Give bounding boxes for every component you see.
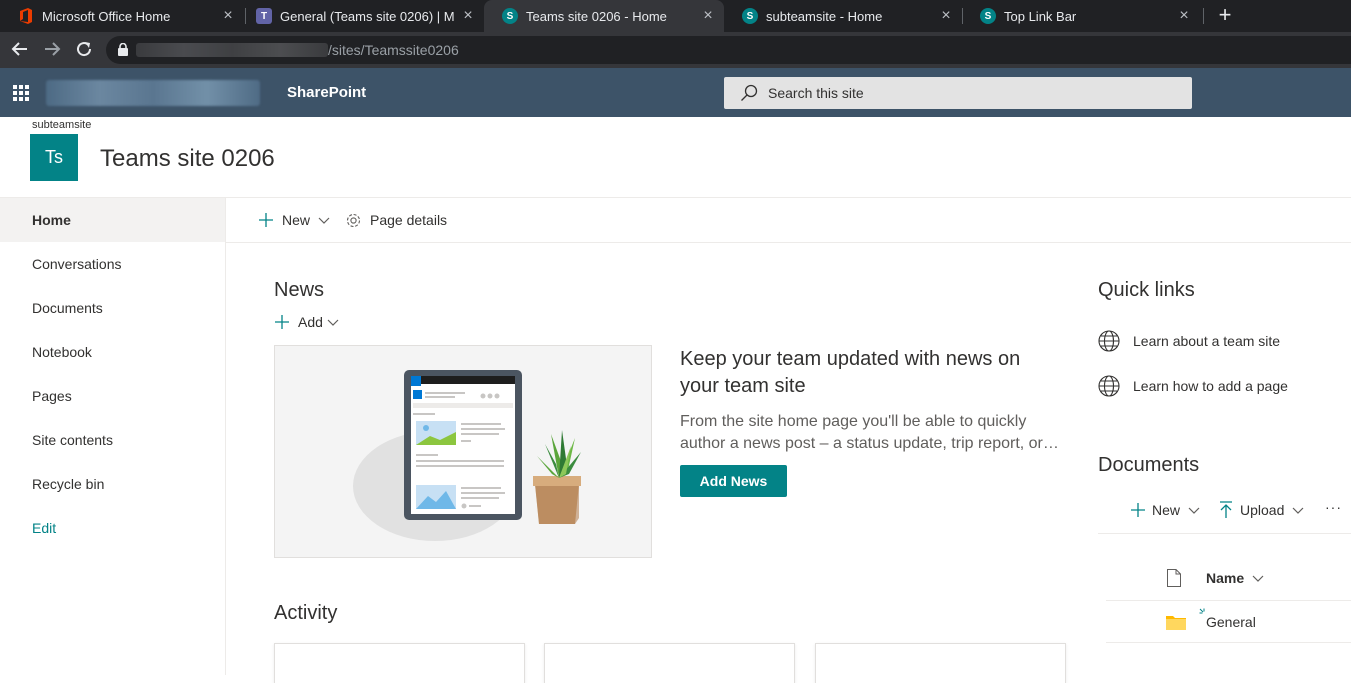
documents-upload-button[interactable]: Upload (1218, 500, 1304, 520)
chevron-down-icon (1252, 575, 1264, 582)
site-logo[interactable]: Ts (30, 134, 78, 181)
sharepoint-icon: S (502, 8, 518, 24)
browser-tab-top-link-bar[interactable]: S Top Link Bar × (962, 0, 1200, 32)
document-name-general[interactable]: General (1206, 614, 1256, 630)
nav-item-conversations[interactable]: Conversations (0, 242, 225, 286)
site-title[interactable]: Teams site 0206 (100, 145, 275, 173)
globe-icon (1098, 375, 1120, 397)
back-arrow-icon[interactable] (10, 40, 30, 60)
activity-card[interactable] (815, 643, 1066, 683)
teams-icon: T (256, 8, 272, 24)
globe-icon (1098, 330, 1120, 352)
new-button[interactable]: New (258, 210, 330, 230)
documents-name-column-header[interactable]: Name (1206, 570, 1264, 586)
news-placeholder-illustration (274, 345, 652, 558)
nav-item-recycle-bin[interactable]: Recycle bin (0, 462, 225, 506)
news-add-button[interactable]: Add (274, 312, 339, 332)
quick-link-learn-team-site[interactable]: Learn about a team site (1098, 329, 1280, 353)
sharepoint-icon: S (980, 8, 996, 24)
tab-title: Top Link Bar (1004, 8, 1077, 24)
plus-icon (275, 315, 289, 329)
url-path: /sites/Teamssite0206 (328, 42, 459, 58)
news-add-label: Add (298, 314, 323, 330)
close-icon[interactable]: × (700, 8, 716, 24)
page-details-button[interactable]: Page details (345, 210, 447, 230)
tab-title: Microsoft Office Home (42, 8, 171, 24)
chevron-down-icon (1292, 507, 1304, 514)
activity-section-title: Activity (274, 602, 338, 624)
close-icon[interactable]: × (1176, 8, 1192, 24)
chevron-down-icon (327, 319, 339, 326)
file-type-icon (1167, 569, 1181, 587)
redacted-url-domain (136, 43, 328, 57)
nav-item-pages[interactable]: Pages (0, 374, 225, 418)
hub-site-link[interactable]: subteamsite (32, 119, 91, 131)
forward-arrow-icon[interactable] (42, 40, 62, 60)
documents-new-label: New (1152, 502, 1181, 518)
tab-title: Teams site 0206 - Home (526, 8, 667, 24)
search-icon (741, 84, 758, 101)
browser-tab-teams-site-home[interactable]: S Teams site 0206 - Home × (484, 0, 724, 32)
page-details-label: Page details (370, 212, 448, 228)
sharepoint-icon: S (742, 8, 758, 24)
site-header: subteamsite Ts Teams site 0206 (0, 117, 1351, 198)
quick-link-learn-add-page[interactable]: Learn how to add a page (1098, 374, 1288, 398)
office-icon (18, 8, 34, 24)
browser-tab-office-home[interactable]: Microsoft Office Home × (0, 0, 244, 32)
tab-separator (1203, 8, 1204, 24)
quick-links-title: Quick links (1098, 279, 1195, 301)
activity-card[interactable] (544, 643, 795, 683)
plus-icon (1131, 503, 1145, 517)
documents-command-divider (1098, 533, 1351, 534)
news-section-title: News (274, 279, 325, 301)
chevron-down-icon (1188, 507, 1200, 514)
news-heading: Keep your team updated with news on your… (680, 348, 1021, 397)
tab-title: General (Teams site 0206) | Micro (280, 8, 454, 24)
documents-new-button[interactable]: New (1130, 500, 1200, 520)
sharepoint-brand-link[interactable]: SharePoint (287, 84, 366, 101)
nav-item-documents[interactable]: Documents (0, 286, 225, 330)
plus-icon (259, 213, 273, 227)
sharepoint-suite-bar: SharePoint (0, 68, 1351, 117)
page-command-bar: New Page details (226, 198, 1351, 243)
site-search-box[interactable] (724, 77, 1192, 109)
folder-icon (1166, 616, 1186, 630)
documents-more-button[interactable]: ··· (1325, 497, 1342, 517)
new-tab-plus-icon[interactable]: + (1214, 4, 1236, 26)
close-icon[interactable]: × (220, 8, 236, 24)
activity-card[interactable] (274, 643, 525, 683)
nav-item-home[interactable]: Home (0, 198, 225, 242)
upload-arrow-icon (1220, 501, 1232, 518)
gear-icon (346, 213, 361, 227)
browser-toolbar: /sites/Teamssite0206 (0, 32, 1351, 68)
lock-icon (118, 43, 128, 56)
new-button-label: New (282, 212, 311, 228)
search-input[interactable] (768, 77, 1168, 109)
address-bar[interactable]: /sites/Teamssite0206 (106, 36, 1351, 64)
reload-icon[interactable] (74, 40, 94, 60)
quick-link-label: Learn how to add a page (1133, 378, 1288, 394)
left-navigation: Home Conversations Documents Notebook Pa… (0, 198, 226, 675)
tab-title: subteamsite - Home (766, 8, 883, 24)
nav-item-notebook[interactable]: Notebook (0, 330, 225, 374)
news-description: From the site home page you'll be able t… (680, 413, 1059, 452)
browser-tab-strip: Microsoft Office Home × T General (Teams… (0, 0, 1351, 32)
browser-tab-teams-general[interactable]: T General (Teams site 0206) | Micro × (238, 0, 484, 32)
tablet-and-plant-illustration (353, 370, 581, 541)
documents-upload-label: Upload (1240, 502, 1285, 518)
column-header-label: Name (1206, 570, 1245, 586)
close-icon[interactable]: × (460, 8, 476, 24)
quick-link-label: Learn about a team site (1133, 333, 1281, 349)
chevron-down-icon (318, 217, 330, 224)
browser-tab-subteamsite-home[interactable]: S subteamsite - Home × (724, 0, 962, 32)
documents-section-title: Documents (1098, 454, 1200, 476)
close-icon[interactable]: × (938, 8, 954, 24)
nav-item-site-contents[interactable]: Site contents (0, 418, 225, 462)
add-news-button[interactable]: Add News (680, 465, 787, 497)
nav-edit-link[interactable]: Edit (0, 506, 225, 550)
redacted-organization-logo (46, 80, 260, 106)
app-launcher-waffle-icon[interactable] (13, 85, 29, 101)
